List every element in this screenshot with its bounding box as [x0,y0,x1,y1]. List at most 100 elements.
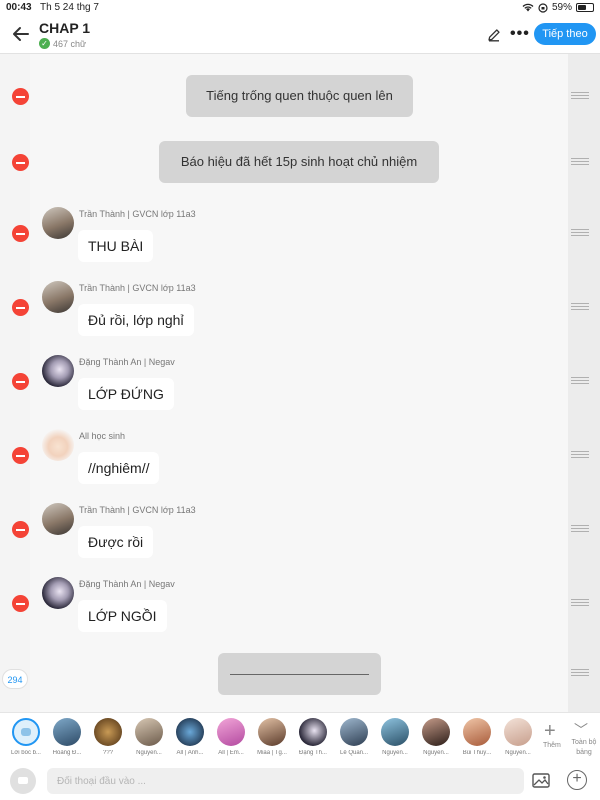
drag-handle-icon[interactable] [571,669,589,678]
drag-handle-icon[interactable] [571,303,589,312]
delete-icon[interactable] [12,447,29,464]
avatar [176,718,204,746]
character-label: Lời bốc b... [11,750,41,756]
add-character-label[interactable]: Thêm [543,742,561,749]
draft-narration-block[interactable] [218,653,381,695]
dialogue-input[interactable] [47,768,524,794]
character-label: All | Em... [218,750,244,756]
character-label: Nguyễn... [382,750,408,756]
all-characters-label[interactable]: Toàn bộ bảng [570,738,598,758]
check-icon: ✓ [39,38,50,49]
narration-block[interactable]: Báo hiệu đã hết 15p sinh hoạt chủ nhiệm [159,141,439,183]
character-item[interactable]: Nguyễn... [377,718,413,756]
character-item[interactable]: Đặng Th... [295,718,331,756]
image-icon[interactable] [532,773,550,788]
delete-icon[interactable] [12,373,29,390]
more-options-icon[interactable]: ••• [510,25,530,43]
avatar [53,718,81,746]
add-character-icon[interactable]: + [544,720,556,743]
character-narrator[interactable]: Lời bốc b... [8,718,44,756]
character-label: Hoàng Đ... [52,750,82,756]
avatar [422,718,450,746]
message-bubble[interactable]: //nghiêm// [78,452,160,484]
drag-handle-icon[interactable] [571,92,589,101]
character-item[interactable]: Miaa | Tg... [254,718,290,756]
character-item[interactable]: Hoàng Đ... [49,718,85,756]
word-count-row: ✓ 467 chữ [39,38,86,49]
message-bubble[interactable]: LỚP NGỒI [78,600,167,632]
narration-block[interactable]: Tiếng trống quen thuộc quen lên [186,75,413,117]
character-item[interactable]: Nguyễn... [418,718,454,756]
message-sender: All học sinh [79,431,126,441]
character-label: Đặng Th... [299,750,327,756]
avatar [135,718,163,746]
draft-line [230,674,369,675]
next-chapter-button[interactable]: Tiếp theo [534,23,596,45]
message-count-badge[interactable]: 294 [2,669,28,689]
message-bubble[interactable]: Đủ rồi, lớp nghỉ [78,304,194,336]
avatar [340,718,368,746]
avatar[interactable] [42,281,74,313]
avatar [381,718,409,746]
character-label: Nguyễn... [136,750,162,756]
back-arrow-icon[interactable] [10,23,32,45]
delete-icon[interactable] [12,299,29,316]
delete-icon[interactable] [12,225,29,242]
message-bubble[interactable]: LỚP ĐỨNG [78,378,174,410]
drag-handle-icon[interactable] [571,451,589,460]
character-label: Miaa | Tg... [257,750,287,756]
avatar [258,718,286,746]
word-count: 467 chữ [53,38,87,49]
add-circle-icon[interactable]: + [567,770,587,790]
status-bar: 00:43 Th 5 24 thg 7 59% [0,0,600,16]
avatar[interactable] [42,355,74,387]
narrator-avatar [12,718,40,746]
message-bubble[interactable]: THU BÀI [78,230,154,262]
chapter-title: CHAP 1 [39,20,91,36]
delete-icon[interactable] [12,521,29,538]
status-time: 00:43 [6,2,32,13]
avatar[interactable] [42,429,74,461]
character-label: Bùi Thuỳ... [462,750,492,756]
chat-bubble-icon[interactable] [10,768,36,794]
battery-percent: 59% [551,2,572,13]
message-sender: Trần Thành | GVCN lớp 11a3 [79,283,196,293]
character-item[interactable]: Lê Quan... [336,718,372,756]
avatar[interactable] [42,577,74,609]
message-sender: Đặng Thành An | Negav [79,579,175,589]
status-date: Th 5 24 thg 7 [40,2,99,13]
delete-icon[interactable] [12,595,29,612]
input-bar: + [0,764,600,800]
drag-handle-icon[interactable] [571,158,589,167]
drag-handle-icon[interactable] [571,525,589,534]
character-label: Nguyễn... [505,750,531,756]
edit-pencil-icon[interactable] [486,27,502,43]
avatar[interactable] [42,207,74,239]
character-item[interactable]: Bùi Thuỳ... [459,718,495,756]
character-item[interactable]: All | Em... [213,718,249,756]
delete-icon[interactable] [12,88,29,105]
character-label: ??? [102,750,113,756]
message-bubble[interactable]: Được rồi [78,526,154,558]
chevron-down-icon[interactable]: ﹀ [574,720,588,740]
battery-icon [576,3,594,12]
character-label: All | Anh... [176,750,204,756]
message-sender: Trần Thành | GVCN lớp 11a3 [79,209,196,219]
avatar[interactable] [42,503,74,535]
avatar [299,718,327,746]
drag-handle-icon[interactable] [571,599,589,608]
character-item[interactable]: Nguyễn... [500,718,536,756]
message-sender: Đặng Thành An | Negav [79,357,175,367]
delete-icon[interactable] [12,154,29,171]
character-item[interactable]: ??? [90,718,126,756]
character-item[interactable]: Nguyễn... [131,718,167,756]
avatar [94,718,122,746]
chapter-header: CHAP 1 ✓ 467 chữ ••• Tiếp theo [0,16,600,54]
battery-level [578,5,586,10]
character-item[interactable]: All | Anh... [172,718,208,756]
character-label: Nguyễn... [423,750,449,756]
drag-handle-icon[interactable] [571,377,589,386]
character-label: Lê Quan... [339,750,369,756]
orientation-lock-icon [538,2,548,13]
drag-handle-icon[interactable] [571,229,589,238]
